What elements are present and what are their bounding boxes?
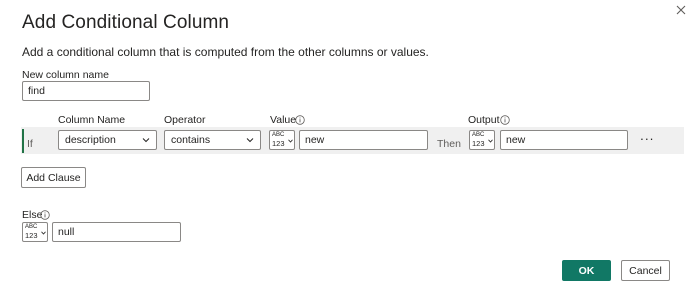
output-header: Output — [468, 114, 500, 126]
cancel-button[interactable]: Cancel — [621, 260, 670, 281]
chevron-down-icon — [41, 231, 46, 235]
then-label: Then — [437, 138, 461, 150]
ok-button[interactable]: OK — [562, 260, 611, 281]
new-column-name-label: New column name — [22, 69, 109, 81]
chevron-down-icon — [488, 139, 493, 143]
operator-value: contains — [171, 134, 211, 146]
more-options-icon[interactable]: ··· — [636, 132, 658, 148]
add-conditional-column-dialog: Add Conditional Column Add a conditional… — [0, 0, 690, 299]
data-type-any-icon: ABC — [272, 132, 285, 138]
dialog-description: Add a conditional column that is compute… — [22, 45, 429, 59]
data-type-any-icon: ABC — [472, 132, 485, 138]
column-name-value: description — [65, 134, 116, 146]
value-header: Value — [270, 114, 297, 126]
clause-row-accent — [22, 129, 24, 153]
close-icon[interactable] — [674, 3, 688, 17]
dialog-title: Add Conditional Column — [22, 12, 230, 33]
operator-dropdown[interactable]: contains — [164, 130, 261, 150]
output-type-button[interactable]: ABC 123 — [469, 130, 495, 150]
else-type-button[interactable]: ABC 123 — [22, 222, 48, 242]
column-name-header: Column Name — [58, 114, 126, 126]
chevron-down-icon — [246, 138, 254, 143]
operator-header: Operator — [164, 114, 206, 126]
new-column-name-input[interactable] — [22, 81, 150, 101]
data-type-any-icon: ABC — [25, 224, 38, 230]
chevron-down-icon — [142, 138, 150, 143]
output-input[interactable] — [500, 130, 628, 150]
info-icon[interactable] — [40, 210, 50, 220]
info-icon[interactable] — [500, 115, 510, 125]
else-value-input[interactable] — [52, 222, 181, 242]
add-clause-button[interactable]: Add Clause — [21, 167, 86, 188]
chevron-down-icon — [288, 139, 293, 143]
value-input[interactable] — [299, 130, 428, 150]
info-icon[interactable] — [295, 115, 305, 125]
column-name-dropdown[interactable]: description — [58, 130, 157, 150]
value-type-button[interactable]: ABC 123 — [269, 130, 295, 150]
if-label: If — [27, 138, 33, 150]
